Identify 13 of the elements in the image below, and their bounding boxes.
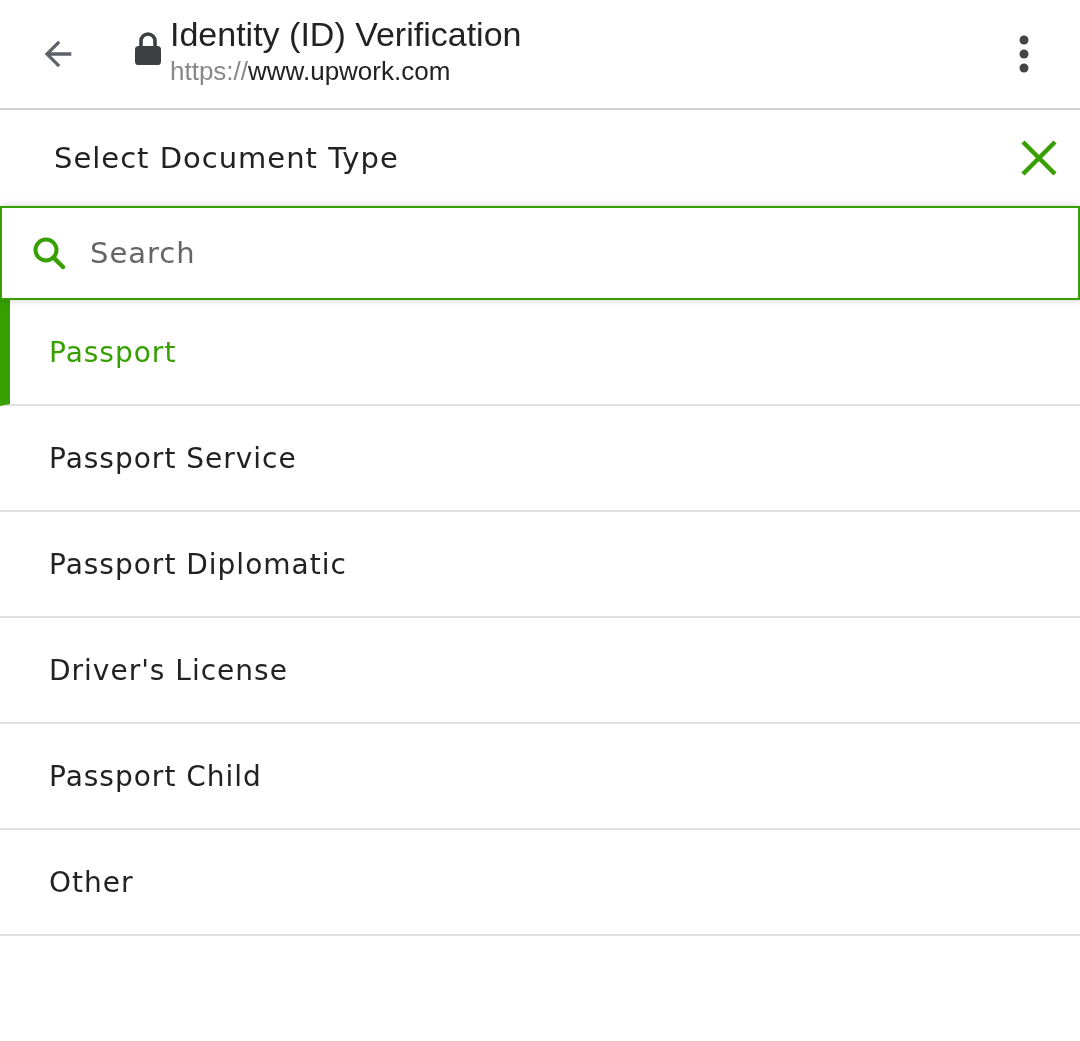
lock-icon xyxy=(134,32,162,66)
url-text: https://www.upwork.com xyxy=(170,55,452,88)
document-type-option[interactable]: Passport Diplomatic xyxy=(0,512,1080,618)
dialog-title: Select Document Type xyxy=(54,141,399,175)
search-field[interactable]: Search xyxy=(0,206,1080,300)
search-icon xyxy=(32,236,66,270)
more-options-icon[interactable] xyxy=(1018,34,1030,74)
document-type-option[interactable]: Other xyxy=(0,830,1080,936)
document-type-option[interactable]: Passport Service xyxy=(0,406,1080,512)
document-type-option[interactable]: Driver's License xyxy=(0,618,1080,724)
page-title: Identity (ID) Verification xyxy=(170,14,523,54)
close-icon[interactable] xyxy=(1020,139,1058,177)
document-type-option[interactable]: Passport Child xyxy=(0,724,1080,830)
